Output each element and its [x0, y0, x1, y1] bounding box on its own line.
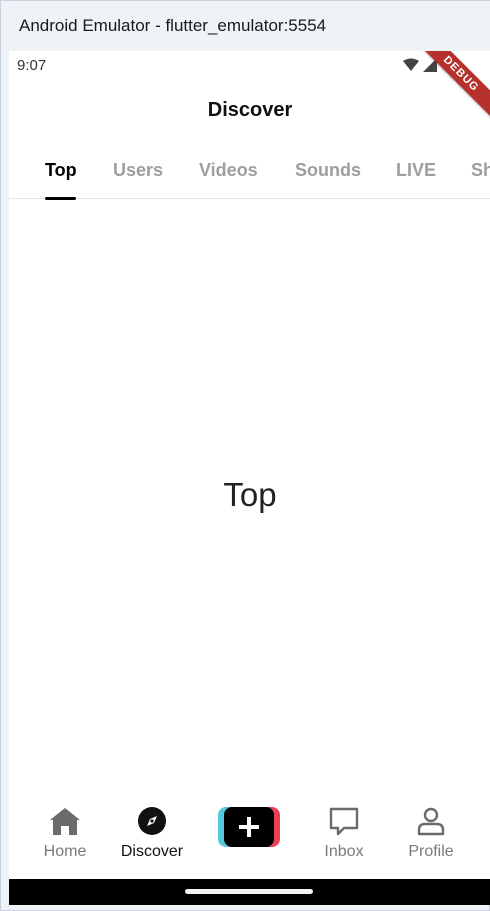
phone-screen: 9:07 DEBUG Discover Top Users Videos Sou… [9, 51, 490, 905]
tab-live[interactable]: LIVE [396, 149, 436, 198]
tab-top[interactable]: Top [45, 149, 77, 198]
tab-bar: Top Users Videos Sounds LIVE Sh [9, 149, 490, 199]
nav-inbox[interactable]: Inbox [299, 803, 389, 861]
compass-icon [137, 803, 167, 839]
bottom-navigation: Home Discover Inbox Profile [9, 793, 490, 879]
app-bar: Discover [9, 87, 490, 133]
home-icon [49, 803, 81, 839]
nav-profile[interactable]: Profile [386, 803, 476, 861]
tab-videos[interactable]: Videos [199, 149, 258, 198]
create-button[interactable] [218, 807, 280, 847]
window-titlebar[interactable]: Android Emulator - flutter_emulator:5554 [1, 1, 490, 51]
nav-discover[interactable]: Discover [107, 803, 197, 861]
nav-discover-label: Discover [120, 843, 184, 860]
status-bar: 9:07 [9, 51, 490, 79]
chat-icon [328, 803, 360, 839]
status-time: 9:07 [17, 56, 47, 74]
nav-home[interactable]: Home [20, 803, 110, 861]
nav-inbox-label: Inbox [324, 843, 364, 860]
gesture-bar [9, 879, 490, 905]
window-title: Android Emulator - flutter_emulator:5554 [19, 16, 327, 35]
wifi-icon [403, 58, 419, 71]
tab-sounds[interactable]: Sounds [295, 149, 361, 198]
person-icon [416, 803, 446, 839]
content-text: Top [223, 476, 277, 513]
plus-icon [224, 807, 274, 847]
tab-shop[interactable]: Sh [471, 149, 490, 198]
nav-profile-label: Profile [408, 843, 454, 860]
nav-home-label: Home [43, 843, 87, 860]
gesture-handle[interactable] [185, 889, 313, 894]
emulator-window: Android Emulator - flutter_emulator:5554… [0, 0, 490, 911]
status-icons [403, 58, 437, 72]
tab-content: Top [9, 200, 490, 790]
page-title: Discover [207, 98, 293, 121]
tab-users[interactable]: Users [113, 149, 163, 198]
